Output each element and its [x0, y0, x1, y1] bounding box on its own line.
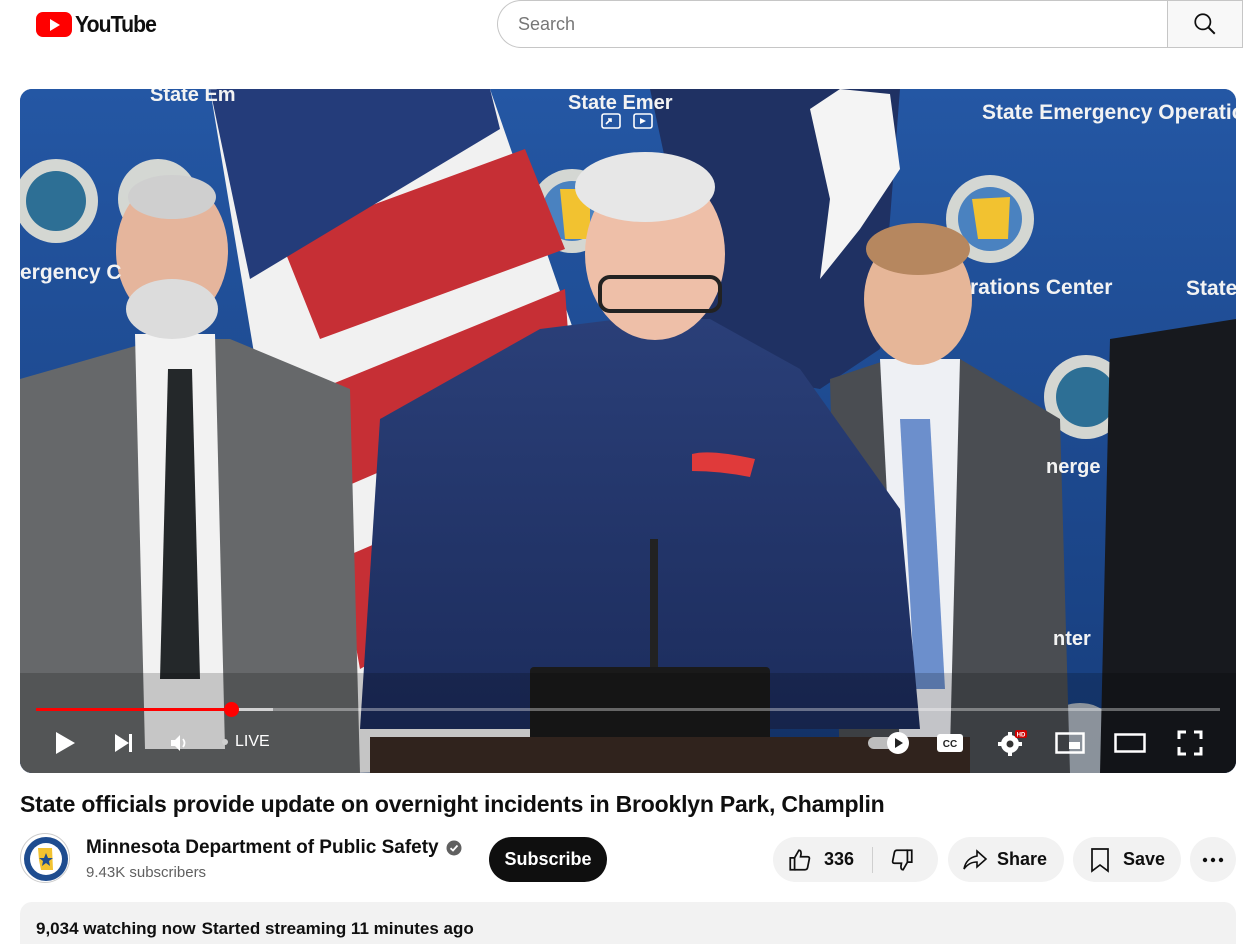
share-arrow-icon [963, 848, 988, 869]
channel-name-text: Minnesota Department of Public Safety [86, 837, 439, 858]
masthead: YouTube [0, 0, 1243, 52]
autoplay-toggle-icon [868, 732, 909, 754]
more-actions-button[interactable] [1190, 837, 1236, 882]
channel-name[interactable]: Minnesota Department of Public Safety [86, 837, 462, 859]
cast-to-screen-icon[interactable] [600, 111, 622, 131]
backdrop-text-7: nerge [1046, 456, 1100, 478]
thumbs-down-icon [891, 848, 913, 871]
search-icon [1194, 13, 1216, 35]
skip-next-icon [115, 734, 132, 752]
play-button[interactable] [48, 719, 82, 767]
youtube-logo[interactable]: YouTube [36, 10, 163, 38]
next-button[interactable] [108, 719, 140, 767]
video-player[interactable]: State Em State Emer State Emergency Oper… [20, 89, 1236, 773]
player-controls: LIVE CC HD [20, 719, 1236, 767]
search-button[interactable] [1167, 0, 1243, 48]
verified-badge-icon [446, 840, 462, 856]
search-input[interactable] [518, 13, 1169, 35]
more-horizontal-icon [1202, 857, 1224, 862]
like-button[interactable]: 336 [773, 837, 854, 882]
backdrop-text-8: nter [1053, 628, 1091, 650]
menu-icon[interactable] [0, 14, 4, 36]
theater-mode-button[interactable] [1112, 719, 1148, 767]
miniplayer-button[interactable] [1052, 719, 1088, 767]
channel-seal-icon [24, 837, 68, 881]
description-box[interactable]: 9,034 watching now Started streaming 11 m… [20, 902, 1236, 944]
live-badge[interactable]: LIVE [222, 733, 270, 751]
mute-button[interactable] [164, 719, 194, 767]
captions-button[interactable]: CC [930, 719, 970, 767]
thumbs-up-icon [789, 848, 811, 871]
live-dot [222, 739, 228, 745]
watching-count: 9,034 watching now [36, 919, 196, 938]
player-overlay-icons [600, 111, 654, 131]
save-button[interactable]: Save [1073, 837, 1181, 882]
autoplay-toggle[interactable] [862, 719, 914, 767]
fullscreen-icon [1177, 730, 1203, 756]
like-count: 336 [824, 849, 855, 869]
like-dislike-group: 336 [773, 837, 938, 882]
miniplayer-icon [1055, 732, 1085, 754]
backdrop-text-3: State Emergency Operations [982, 101, 1236, 124]
bookmark-icon [1091, 847, 1109, 873]
volume-icon [171, 735, 186, 751]
theater-mode-icon [1114, 733, 1146, 753]
progress-played [36, 708, 232, 711]
backdrop-text-6: State [1186, 277, 1236, 300]
play-icon [56, 732, 75, 754]
backdrop-text-4: ergency C [20, 261, 122, 284]
share-button[interactable]: Share [948, 837, 1064, 882]
autoplay-preview-icon[interactable] [632, 111, 654, 131]
dislike-button[interactable] [873, 837, 915, 882]
subscribe-button[interactable]: Subscribe [489, 837, 607, 882]
live-label: LIVE [235, 733, 270, 750]
gear-icon: HD [998, 730, 1027, 756]
backdrop-text-1: State Em [150, 89, 236, 106]
progress-bar[interactable] [36, 702, 1220, 717]
svg-text:HD: HD [1017, 733, 1026, 739]
video-title: State officials provide update on overni… [20, 791, 885, 817]
subscriber-count: 9.43K subscribers [86, 864, 207, 881]
settings-button[interactable]: HD [992, 719, 1032, 767]
video-frame: State Em State Emer State Emergency Oper… [20, 89, 1236, 773]
svg-text:CC: CC [943, 739, 957, 750]
logo-text: YouTube [75, 10, 157, 37]
fullscreen-button[interactable] [1172, 719, 1208, 767]
search-box [497, 0, 1169, 48]
youtube-play-icon [36, 11, 72, 37]
description-meta: 9,034 watching now Started streaming 11 m… [36, 919, 474, 939]
captions-icon: CC [937, 734, 963, 752]
share-label: Share [997, 849, 1048, 869]
stream-started: Started streaming 11 minutes ago [201, 919, 474, 938]
channel-avatar[interactable] [20, 833, 70, 883]
save-label: Save [1123, 849, 1166, 869]
backdrop-text-5: rations Center [970, 276, 1112, 299]
